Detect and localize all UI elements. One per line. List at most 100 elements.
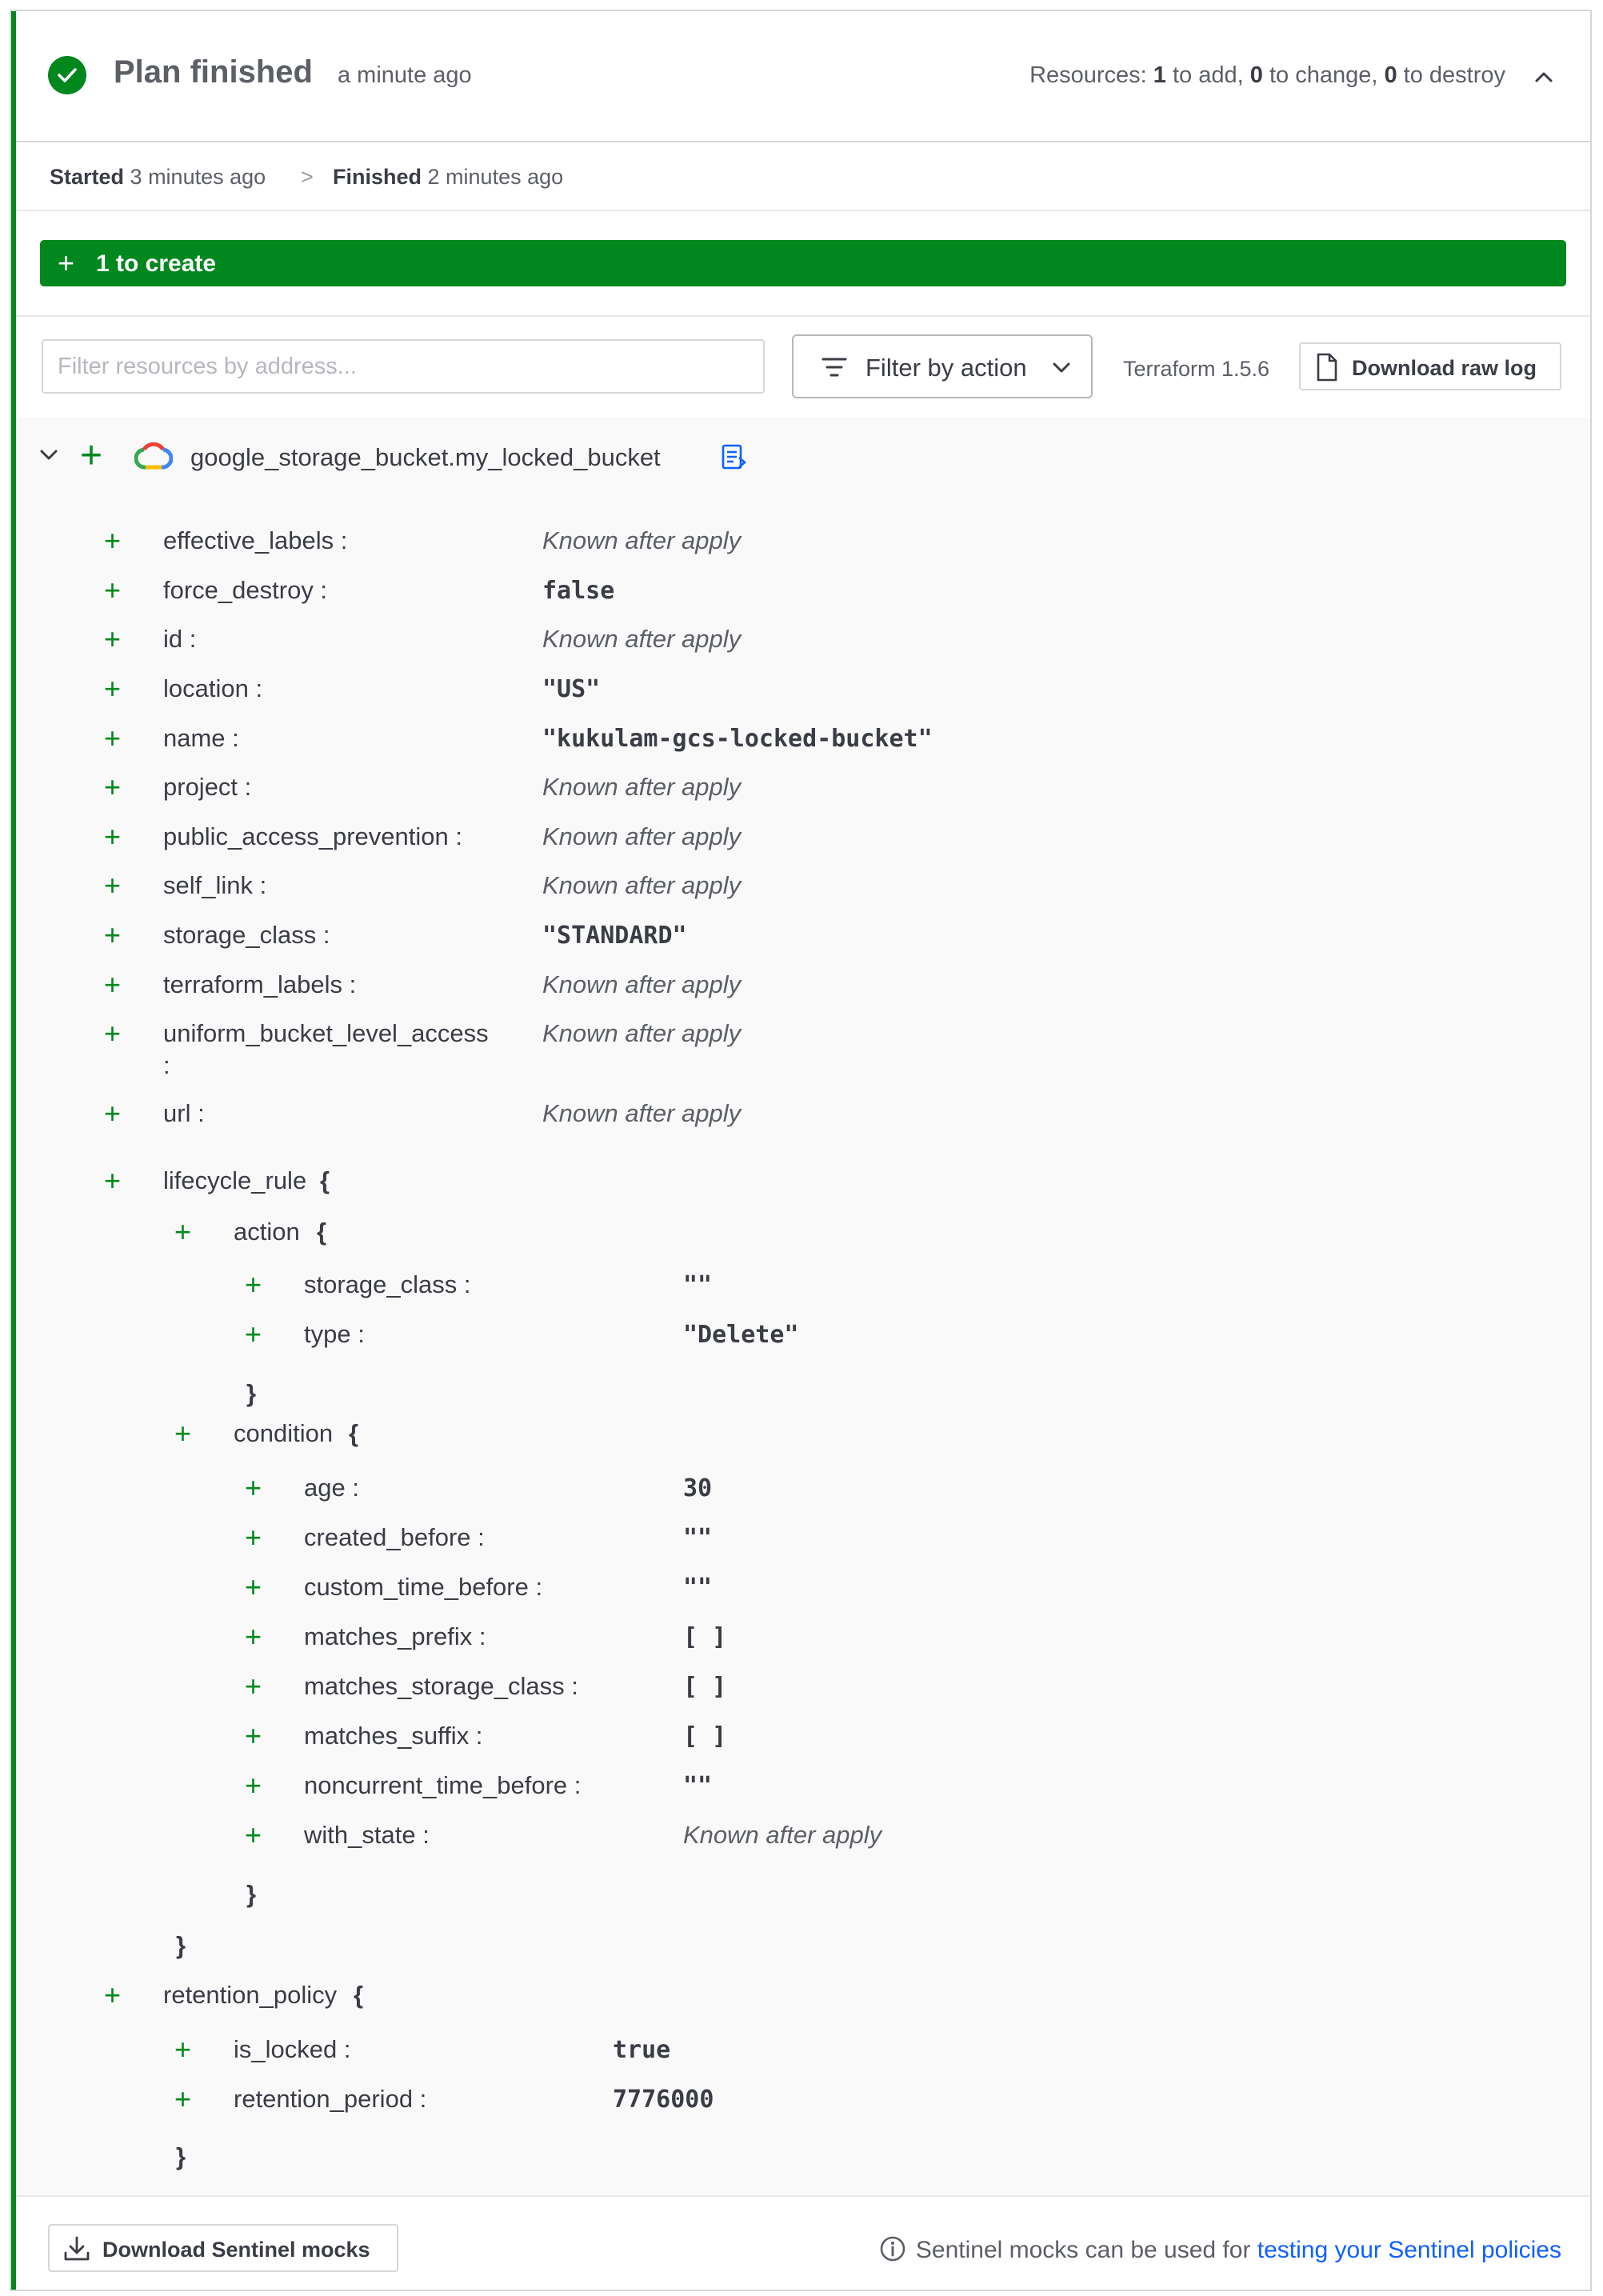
attribute-value: Known after apply	[683, 1821, 882, 1849]
download-sentinel-mocks-label: Download Sentinel mocks	[102, 2238, 370, 2262]
plus-icon: +	[104, 1978, 122, 2011]
download-raw-log-button[interactable]: Download raw log	[1299, 342, 1561, 390]
attribute-key: matches_storage_class :	[304, 1672, 578, 1700]
plus-icon: +	[104, 918, 122, 951]
attribute-value: [ ]	[683, 1722, 727, 1750]
plan-header[interactable]: Plan finished a minute ago Resources: 1 …	[16, 11, 1590, 142]
attribute-key: storage_class :	[163, 921, 330, 949]
attribute-key: location :	[163, 674, 263, 702]
plus-icon: +	[174, 1417, 192, 1450]
plan-timeline: Started 3 minutes ago > Finished 2 minut…	[16, 141, 1590, 211]
resources-prefix: Resources:	[1029, 62, 1153, 88]
filter-by-action-dropdown[interactable]: Filter by action	[792, 334, 1093, 398]
plus-icon: +	[245, 1570, 262, 1603]
attribute-key: type :	[304, 1320, 365, 1348]
close-brace: }	[246, 1379, 257, 1407]
change-summary-section: + 1 to create	[16, 210, 1590, 317]
plus-icon: +	[104, 622, 122, 655]
plus-icon: +	[104, 524, 122, 557]
started-info: Started 3 minutes ago	[50, 165, 266, 190]
attribute-key: self_link :	[163, 871, 267, 899]
check-circle-icon	[48, 56, 86, 94]
attribute-key: created_before :	[304, 1523, 485, 1551]
attribute-key: custom_time_before :	[304, 1573, 543, 1601]
attribute-value: ""	[683, 1772, 713, 1800]
plus-icon: +	[104, 1164, 122, 1197]
plus-icon: +	[104, 820, 122, 853]
close-brace: }	[176, 1931, 186, 1959]
attribute-value: "kukulam-gcs-locked-bucket"	[542, 725, 933, 753]
attribute-value: Known after apply	[542, 773, 742, 801]
attribute-value: false	[542, 577, 615, 605]
sentinel-mocks-note: Sentinel mocks can be used for testing y…	[879, 2235, 1561, 2269]
attribute-value: Known after apply	[542, 526, 742, 554]
timeline-separator: >	[301, 165, 314, 189]
attribute-key: age :	[304, 1474, 359, 1502]
add-count: 1	[1153, 62, 1166, 88]
destroy-text: to destroy	[1397, 62, 1505, 88]
plus-icon: +	[245, 1268, 262, 1301]
attribute-value: [ ]	[683, 1673, 727, 1701]
sentinel-note-text: Sentinel mocks can be used for	[915, 2237, 1257, 2263]
filter-resources-input[interactable]	[42, 339, 765, 394]
attribute-key: terraform_labels :	[163, 970, 357, 998]
google-cloud-icon	[134, 442, 174, 474]
testing-sentinel-policies-link[interactable]: testing your Sentinel policies	[1257, 2237, 1561, 2263]
plus-icon: +	[104, 869, 122, 902]
attribute-key: id :	[163, 625, 197, 653]
download-icon	[62, 2235, 91, 2268]
attribute-value: Known after apply	[542, 871, 742, 899]
attribute-value: true	[613, 2036, 671, 2064]
block-label: retention_policy	[163, 1981, 338, 2009]
open-brace: {	[354, 1981, 364, 2009]
resource-address: google_storage_bucket.my_locked_bucket	[190, 443, 661, 471]
attribute-value: ""	[683, 1524, 713, 1552]
attribute-key: with_state :	[304, 1821, 430, 1849]
chevron-down-icon	[1049, 357, 1073, 386]
attribute-value: 30	[683, 1474, 713, 1502]
download-sentinel-mocks-button[interactable]: Download Sentinel mocks	[48, 2224, 398, 2272]
resource-toolbar: Filter by action Terraform 1.5.6 Downloa…	[16, 315, 1590, 419]
attribute-key: force_destroy :	[163, 576, 328, 604]
to-create-bar[interactable]: + 1 to create	[40, 240, 1566, 286]
open-brace: {	[349, 1419, 359, 1447]
attribute-value: Known after apply	[542, 822, 742, 850]
attribute-value: Known after apply	[542, 625, 742, 653]
plus-icon: +	[104, 1017, 122, 1050]
plus-icon: +	[245, 1620, 262, 1653]
attribute-value: 7776000	[613, 2086, 714, 2114]
attribute-key: storage_class :	[304, 1270, 471, 1298]
plan-title: Plan finished	[114, 54, 313, 90]
plus-icon: +	[245, 1318, 262, 1350]
plus-icon: +	[245, 1818, 262, 1851]
block-label: lifecycle_rule	[163, 1166, 307, 1194]
chevron-down-icon[interactable]	[37, 443, 61, 471]
attribute-key: is_locked :	[234, 2035, 351, 2063]
document-icon	[1313, 352, 1341, 388]
close-brace: }	[176, 2142, 186, 2170]
attribute-key: retention_period :	[234, 2085, 427, 2113]
attribute-value: ""	[683, 1574, 713, 1602]
plus-icon: +	[174, 1215, 192, 1248]
plan-finished-ago: a minute ago	[338, 62, 472, 88]
copy-address-icon[interactable]	[720, 442, 747, 476]
run-plan-panel: Plan finished a minute ago Resources: 1 …	[10, 10, 1592, 2291]
chevron-up-icon[interactable]	[1528, 61, 1560, 93]
open-brace: {	[320, 1166, 330, 1194]
attribute-key: name :	[163, 724, 239, 752]
started-value: 3 minutes ago	[130, 165, 266, 189]
to-create-label: 1 to create	[96, 250, 217, 277]
attribute-value: "Delete"	[683, 1321, 799, 1349]
finished-info: Finished 2 minutes ago	[333, 165, 563, 190]
plus-icon: +	[174, 2082, 192, 2115]
attribute-value: [ ]	[683, 1623, 727, 1651]
resource-header[interactable]: + google_storage_bucket.my_locked_bucket	[16, 418, 1590, 498]
attribute-key: effective_labels :	[163, 526, 348, 554]
attribute-value: "STANDARD"	[542, 922, 687, 950]
sentinel-footer: Download Sentinel mocks Sentinel mocks c…	[16, 2195, 1590, 2290]
plus-icon: +	[104, 968, 122, 1001]
attribute-key: noncurrent_time_before :	[304, 1771, 582, 1799]
attribute-value: Known after apply	[542, 1099, 742, 1127]
open-brace: {	[317, 1218, 327, 1246]
change-text: to change,	[1262, 62, 1385, 88]
